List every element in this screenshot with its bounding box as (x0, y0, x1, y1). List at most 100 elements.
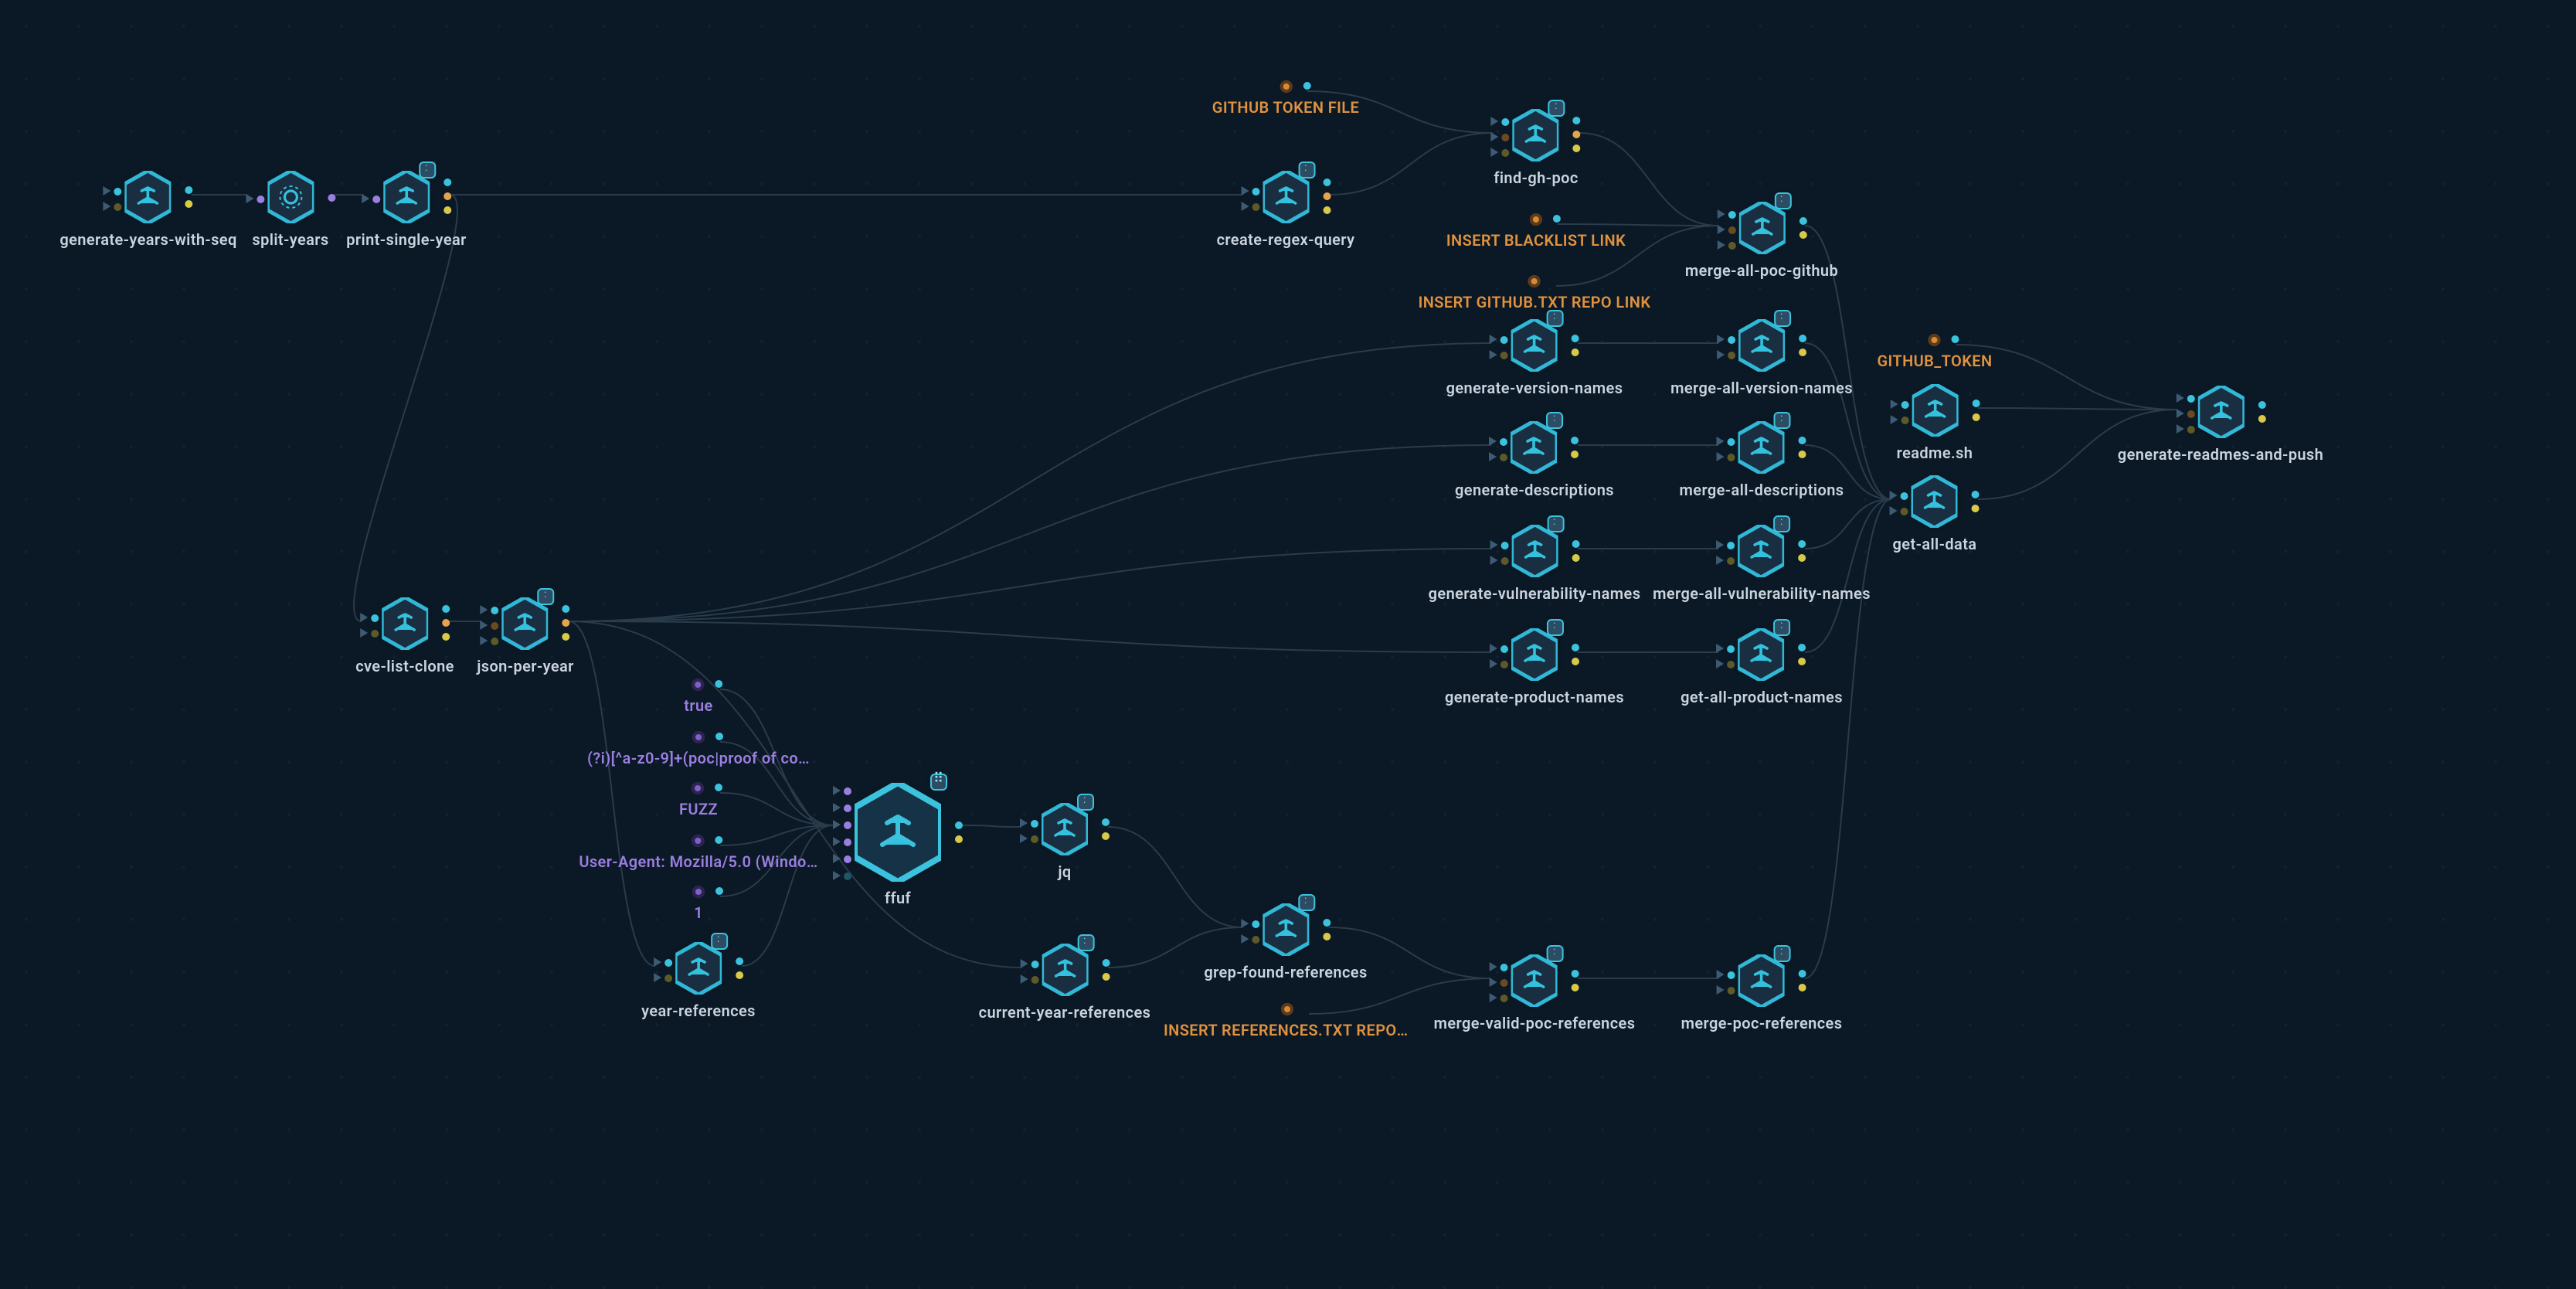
node-grep-found-references[interactable]: grep-found-references (1204, 903, 1367, 982)
node-ffuf[interactable]: ffuf (855, 783, 941, 908)
left-port-yellow[interactable] (1717, 240, 1735, 250)
right-port-yellow[interactable] (1799, 984, 1806, 991)
left-port-teal[interactable] (654, 957, 672, 967)
left-port-yellow[interactable] (1890, 415, 1908, 424)
right-port-teal[interactable] (1972, 491, 1980, 498)
param-ffuf-ua[interactable]: User-Agent: Mozilla/5.0 (Windo… (579, 832, 817, 872)
node-generate-vulnerability-names[interactable]: generate-vulnerability-names (1429, 525, 1641, 604)
right-port-orange[interactable] (1573, 131, 1581, 138)
left-port-teal[interactable] (1490, 335, 1508, 344)
node-generate-years-with-seq[interactable]: generate-years-with-seq (59, 171, 236, 250)
left-port-teal[interactable] (1717, 437, 1735, 446)
right-port-teal[interactable] (1799, 644, 1806, 651)
right-port-teal[interactable] (1572, 540, 1579, 548)
node-create-regex-query[interactable]: create-regex-query (1217, 171, 1355, 250)
left-port-yellow[interactable] (1717, 452, 1735, 461)
right-port-orange[interactable] (562, 619, 570, 627)
left-port-teal[interactable] (1717, 540, 1735, 549)
node-readme-sh[interactable]: readme.sh (1897, 384, 1973, 463)
left-port-teal[interactable] (1717, 335, 1735, 344)
right-port-teal[interactable] (442, 605, 450, 613)
right-port-yellow[interactable] (1799, 451, 1806, 458)
right-port-yellow[interactable] (2258, 415, 2265, 423)
param-out-port[interactable] (1952, 335, 1959, 343)
right-port-orange[interactable] (442, 619, 450, 627)
left-port-yellow[interactable] (1020, 834, 1038, 843)
node-cve-list-clone[interactable]: cve-list-clone (355, 597, 454, 676)
left-port-yellow[interactable] (1717, 659, 1735, 668)
node-merge-poc-references[interactable]: merge-poc-references (1681, 954, 1843, 1033)
right-port-teal[interactable] (1799, 437, 1806, 444)
right-port-yellow[interactable] (955, 835, 963, 843)
left-port-yellow[interactable] (1020, 974, 1038, 984)
param-insert-references-repo[interactable]: INSERT REFERENCES.TXT REPO LIN… (1164, 1000, 1411, 1040)
left-port-teal[interactable] (360, 613, 379, 622)
node-get-all-product-names[interactable]: get-all-product-names (1681, 628, 1843, 707)
param-insert-blacklist[interactable]: INSERT BLACKLIST LINK (1446, 210, 1626, 250)
left-port-teal[interactable] (1890, 491, 1908, 500)
param-out-port[interactable] (715, 733, 723, 740)
right-port-orange[interactable] (1323, 192, 1330, 200)
right-port-yellow[interactable] (1799, 231, 1806, 239)
param-out-port[interactable] (715, 887, 723, 895)
node-generate-descriptions[interactable]: generate-descriptions (1455, 421, 1614, 500)
node-merge-all-poc-github[interactable]: merge-all-poc-github (1685, 202, 1838, 281)
node-year-references[interactable]: year-references (641, 942, 756, 1021)
node-json-per-year[interactable]: json-per-year (477, 597, 573, 676)
right-port-orange[interactable] (443, 192, 451, 200)
right-port-yellow[interactable] (1799, 349, 1806, 356)
param-ffuf-one[interactable]: 1 (689, 883, 708, 923)
left-port-teal[interactable] (1717, 644, 1735, 653)
left-port-purple[interactable] (833, 803, 851, 812)
left-port-teal[interactable] (1490, 962, 1508, 971)
right-port-yellow[interactable] (1572, 451, 1579, 458)
left-port-teal[interactable] (1890, 400, 1908, 409)
right-port-yellow[interactable] (1323, 933, 1330, 940)
left-port-purple[interactable] (246, 194, 264, 203)
right-port-yellow[interactable] (1323, 206, 1330, 214)
right-port-yellow[interactable] (736, 971, 743, 979)
left-port-teal[interactable] (104, 186, 122, 196)
right-port-teal[interactable] (1323, 919, 1330, 927)
left-port-purple[interactable] (833, 837, 851, 846)
left-port-purple[interactable] (833, 786, 851, 795)
left-port-purple[interactable] (362, 194, 380, 203)
left-port-teal[interactable] (481, 605, 499, 614)
node-print-single-year[interactable]: print-single-year (346, 171, 467, 250)
left-port-teal[interactable] (1490, 540, 1508, 549)
right-port-yellow[interactable] (1573, 145, 1581, 152)
left-port-teal[interactable] (1020, 818, 1038, 828)
left-port-teal[interactable] (1490, 437, 1508, 446)
left-port-teal[interactable] (1490, 644, 1508, 653)
right-port-yellow[interactable] (442, 633, 450, 641)
param-out-port[interactable] (1553, 215, 1561, 223)
right-port-yellow[interactable] (1572, 349, 1579, 356)
right-port-teal[interactable] (1799, 970, 1806, 978)
right-port-teal[interactable] (955, 821, 963, 829)
right-port-teal[interactable] (1572, 335, 1579, 342)
left-port-yellow[interactable] (1491, 148, 1510, 157)
right-port-yellow[interactable] (1972, 505, 1980, 512)
right-port-teal[interactable] (1799, 217, 1806, 225)
param-ffuf-regex[interactable]: (?i)[^a-z0-9]+(poc|proof of co… (587, 728, 810, 768)
node-find-gh-poc[interactable]: find-gh-poc (1494, 109, 1578, 188)
right-port-teal[interactable] (736, 957, 743, 965)
right-port-teal[interactable] (1972, 400, 1980, 407)
left-port-teal[interactable] (1491, 117, 1510, 126)
right-port-purple[interactable] (328, 194, 335, 202)
param-github-token[interactable]: GITHUB_TOKEN (1877, 331, 1992, 371)
left-port-yellow[interactable] (2176, 424, 2194, 434)
right-port-yellow[interactable] (1972, 413, 1980, 421)
left-port-yellow[interactable] (1490, 993, 1508, 1002)
left-port-yellow[interactable] (1890, 506, 1908, 515)
param-out-port[interactable] (715, 784, 723, 791)
right-port-teal[interactable] (1799, 335, 1806, 342)
left-port-yellow[interactable] (1241, 934, 1259, 944)
right-port-teal[interactable] (1573, 117, 1581, 124)
param-out-port[interactable] (1303, 82, 1310, 90)
left-port-yellow[interactable] (1490, 350, 1508, 359)
right-port-yellow[interactable] (1572, 984, 1579, 991)
right-port-teal[interactable] (443, 179, 451, 186)
left-port-orange[interactable] (1717, 225, 1735, 234)
right-port-teal[interactable] (1323, 179, 1330, 186)
